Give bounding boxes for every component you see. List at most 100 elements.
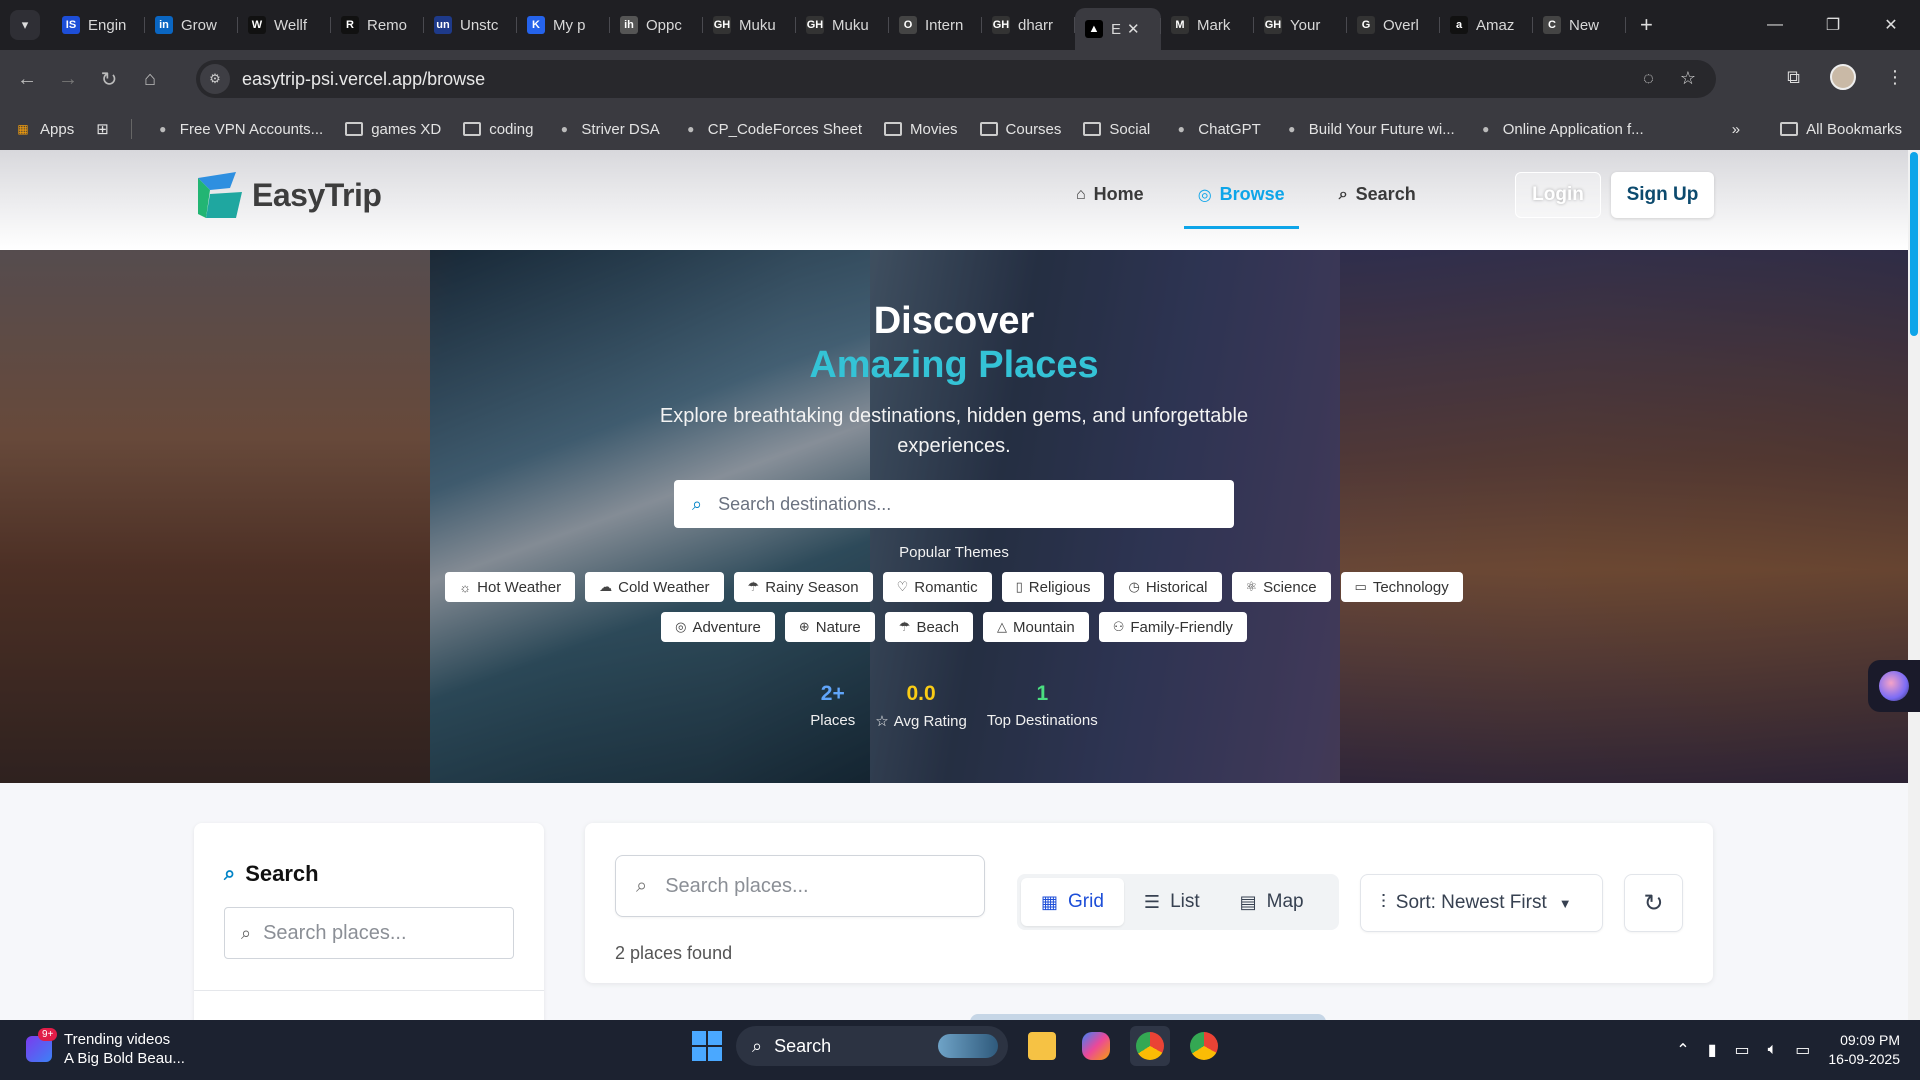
bookmark-item[interactable]: Social [1083,121,1150,138]
theme-chip[interactable]: ☼ Hot Weather [445,572,576,602]
address-bar[interactable]: ⚙ easytrip-psi.vercel.app/browse ◌ ☆ [196,60,1716,98]
brand-logo[interactable]: EasyTrip [196,170,382,220]
close-window-button[interactable]: ✕ [1862,15,1920,35]
chat-assistant-button[interactable] [1868,660,1920,712]
clock[interactable]: 09:09 PM 16-09-2025 [1828,1031,1900,1069]
taskbar-search[interactable]: ⌕ Search [736,1026,1008,1066]
tab-groups-icon[interactable]: ⊞ [96,120,109,138]
browser-tab[interactable]: K My p [517,7,610,43]
browser-tab[interactable]: IS Engin [52,7,145,43]
browser-tab[interactable]: GH dharr [982,7,1075,43]
view-map-button[interactable]: ▤ Map [1220,878,1324,926]
minimize-button[interactable]: — [1746,16,1804,34]
browser-tab[interactable]: M Mark [1161,7,1254,43]
bookmark-item[interactable]: coding [463,121,533,138]
hero-search-input[interactable] [718,493,1179,515]
new-tab-button[interactable]: + [1640,12,1653,38]
chevron-up-icon[interactable]: ⌃ [1676,1040,1689,1060]
file-explorer-icon[interactable] [1022,1026,1062,1066]
audio-bars-icon[interactable]: ▮ [1708,1040,1717,1060]
copilot-icon[interactable] [1076,1026,1116,1066]
reload-button[interactable]: ↻ [95,67,123,92]
sidebar-search-input[interactable] [263,921,494,945]
theme-chip[interactable]: ☁ Cold Weather [585,572,724,602]
display-icon[interactable]: ▭ [1735,1040,1750,1060]
theme-icon: ☂ [898,619,911,634]
extensions-icon[interactable]: ⧉ [1787,67,1800,88]
refresh-button[interactable]: ↻ [1624,874,1683,932]
nav-browse[interactable]: ◎ Browse [1183,184,1299,229]
browser-tab[interactable]: W Wellf [238,7,331,43]
url-text[interactable]: easytrip-psi.vercel.app/browse [242,69,485,90]
bookmark-item[interactable]: Courses [979,121,1061,138]
browser-tab[interactable]: C New [1533,7,1626,43]
places-search-box[interactable]: ⌕ [615,855,985,917]
more-bookmarks-icon[interactable]: » [1732,121,1740,138]
volume-icon[interactable]: 🔈︎ [1768,1041,1778,1059]
home-button[interactable]: ⌂ [136,68,164,91]
battery-icon[interactable]: ▭ [1795,1040,1810,1060]
view-grid-button[interactable]: ▦ Grid [1021,878,1124,926]
theme-chip[interactable]: △ Mountain [982,612,1089,642]
bookmark-item[interactable]: ● CP_CodeForces Sheet [682,121,862,138]
nav-search[interactable]: ⌕ Search [1339,184,1416,205]
bookmark-item[interactable]: ● Build Your Future wi... [1283,121,1455,138]
theme-chip[interactable]: ☂ Beach [884,612,973,642]
news-widget[interactable]: 9+ Trending videos A Big Bold Beau... [26,1028,185,1068]
bookmark-item[interactable]: games XD [345,121,441,138]
browser-tab[interactable]: GH Your [1254,7,1347,43]
browser-tab[interactable]: R Remo [331,7,424,43]
scrollbar-thumb[interactable] [1910,152,1918,336]
stat-label: ☆ Avg Rating [875,712,967,730]
browser-tab[interactable]: un Unstc [424,7,517,43]
theme-chip[interactable]: ♡ Romantic [882,572,992,602]
browser-menu-icon[interactable]: ⋮ [1886,67,1904,88]
signup-button[interactable]: Sign Up [1611,172,1714,218]
bookmark-item[interactable]: ● Online Application f... [1477,121,1644,138]
tab-favicon-icon: un [434,16,452,34]
bookmark-item[interactable]: ● ChatGPT [1172,121,1261,138]
browser-tab[interactable]: in Grow [145,7,238,43]
bookmark-item[interactable]: ▦ Apps [14,121,74,138]
theme-chip[interactable]: ⚇ Family-Friendly [1098,612,1247,642]
bookmark-item[interactable]: ● Striver DSA [555,121,660,138]
theme-chip[interactable]: ⚛ Science [1231,572,1331,602]
sidebar-search-box[interactable]: ⌕ [224,907,514,959]
browser-tab[interactable]: a Amaz [1440,7,1533,43]
profile-avatar[interactable] [1830,64,1856,90]
theme-chip[interactable]: ◷ Historical [1114,572,1222,602]
browser-tab[interactable]: O Intern [889,7,982,43]
hero-search-box[interactable]: ⌕ [674,480,1234,528]
browser-tab[interactable]: GH Muku [703,7,796,43]
tab-search-menu-button[interactable]: ▾ [10,10,40,40]
eye-off-icon[interactable]: ◌ [1643,68,1654,89]
start-button[interactable] [692,1031,722,1061]
login-button[interactable]: Login [1515,172,1601,218]
theme-chip[interactable]: ◎ Adventure [661,612,775,642]
restore-button[interactable]: ❐ [1804,15,1862,35]
theme-chip[interactable]: ▯ Religious [1001,572,1105,602]
forward-button[interactable]: → [54,68,82,91]
theme-chip[interactable]: ▭ Technology [1340,572,1463,602]
bookmark-star-icon[interactable]: ☆ [1680,68,1696,89]
close-tab-icon[interactable]: ✕ [1127,20,1140,38]
chrome-dev-icon[interactable] [1184,1026,1224,1066]
theme-chip[interactable]: ☂ Rainy Season [733,572,873,602]
view-list-button[interactable]: ☰ List [1124,878,1220,926]
theme-chip[interactable]: ⊕ Nature [784,612,875,642]
sort-dropdown[interactable]: ⫶ Sort: Newest First ▼ [1360,874,1603,932]
browser-tab[interactable]: ih Oppc [610,7,703,43]
tab-favicon-icon: a [1450,16,1468,34]
browser-tab[interactable]: GH Muku [796,7,889,43]
all-bookmarks-button[interactable]: All Bookmarks [1780,121,1902,138]
browser-tab[interactable]: G Overl [1347,7,1440,43]
bookmark-item[interactable]: Movies [884,121,958,138]
nav-home[interactable]: ⌂ Home [1076,184,1144,205]
back-button[interactable]: ← [13,68,41,91]
bookmark-item[interactable]: ● Free VPN Accounts... [154,121,323,138]
chrome-icon[interactable] [1130,1026,1170,1066]
page-scrollbar[interactable] [1908,150,1920,1020]
browser-tab[interactable]: ▲ E ✕ [1075,8,1161,50]
site-info-icon[interactable]: ⚙ [200,64,230,94]
places-search-input[interactable] [665,874,966,898]
